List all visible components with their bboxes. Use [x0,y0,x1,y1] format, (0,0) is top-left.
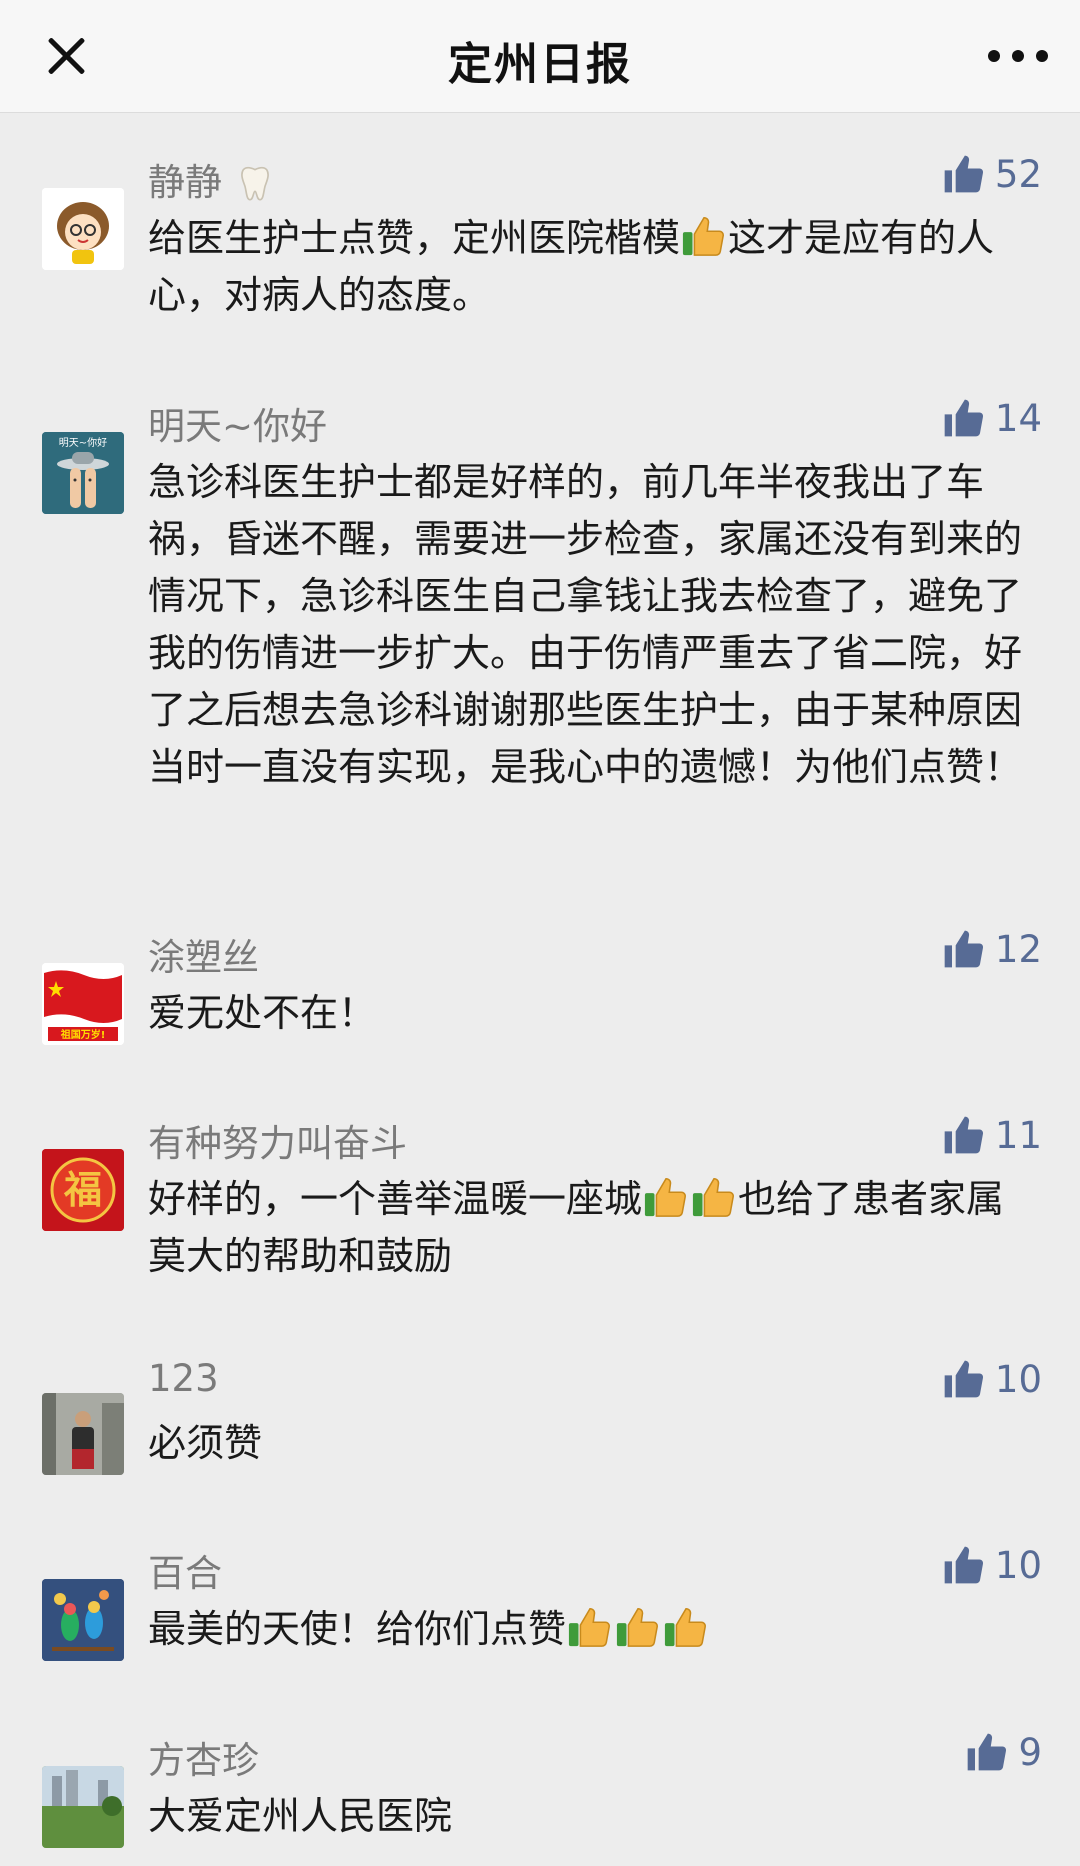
comment-author[interactable]: 百合 [148,1543,222,1597]
comment-text: 急诊科医生护士都是好样的，前几年半夜我出了车祸，昏迷不醒，需要进一步检查，家属还… [148,460,1023,789]
comment-text: 必须赞 [148,1421,263,1465]
comment-text: 大爱定州人民医院 [148,1794,453,1838]
comment-author[interactable]: 方杏珍 [148,1730,259,1784]
thumbs-up-icon [941,927,985,971]
like-button[interactable]: 11 [941,1113,1042,1157]
comment-author[interactable]: 明天~你好 [148,396,327,450]
thumbs-up-icon [941,396,985,440]
thumbs-up-icon [941,152,985,196]
thumbs-up-emoji-icon [615,1604,661,1650]
fu-character-avatar-icon: 福 [42,1149,124,1231]
comment-author[interactable]: 有种努力叫奋斗 [148,1113,407,1167]
avatar[interactable]: 明天~你好 [42,432,124,514]
avatar[interactable] [42,1766,124,1848]
top-bar: 定州日报 [0,0,1080,113]
cartoon-girl-avatar-icon [42,188,124,270]
comment-text: 给医生护士点赞，定州医院楷模 这才是应有的人心，对病人的态度。 [148,210,1028,324]
like-button[interactable]: 10 [941,1543,1042,1587]
comment-text: 爱无处不在！ [148,991,377,1035]
svg-text:明天~你好: 明天~你好 [59,436,107,449]
like-count: 10 [994,1543,1042,1587]
svg-text:福: 福 [63,1167,102,1212]
hat-fingers-avatar-icon: 明天~你好 [42,432,124,514]
parrots-avatar-icon [42,1579,124,1661]
thumbs-up-emoji-icon [681,213,727,259]
avatar[interactable] [42,188,124,270]
comment-author[interactable]: 123 [148,1357,219,1400]
like-button[interactable]: 14 [941,396,1042,440]
tooth-icon [240,166,269,201]
comment-text: 最美的天使！给你们点赞 [148,1601,1028,1658]
thumbs-up-icon [941,1357,985,1401]
flag-avatar-icon: 祖国万岁! [42,963,124,1045]
like-count: 11 [994,1113,1042,1157]
person-photo-avatar-icon [42,1393,124,1475]
thumbs-up-icon [964,1730,1008,1774]
thumbs-up-emoji-icon [643,1174,689,1220]
like-count: 12 [994,927,1042,971]
landscape-avatar-icon [42,1766,124,1848]
thumbs-up-icon [941,1113,985,1157]
thumbs-up-emoji-icon [567,1604,613,1650]
page-title: 定州日报 [448,39,632,90]
comment-author[interactable]: 涂塑丝 [148,927,259,981]
like-count: 14 [994,396,1042,440]
like-count: 52 [994,152,1042,196]
like-count: 9 [1018,1730,1042,1774]
comment-author[interactable]: 静静 [148,152,276,206]
like-button[interactable]: 52 [941,152,1042,196]
avatar[interactable]: 祖国万岁! [42,963,124,1045]
like-button[interactable]: 9 [964,1730,1042,1774]
more-icon[interactable] [988,50,1048,64]
like-button[interactable]: 12 [941,927,1042,971]
svg-text:祖国万岁!: 祖国万岁! [60,1028,106,1041]
like-button[interactable]: 10 [941,1357,1042,1401]
like-count: 10 [994,1357,1042,1401]
comment-text: 好样的，一个善举温暖一座城 也给了患者家属莫大的帮助和鼓励 [148,1171,1028,1285]
avatar[interactable] [42,1579,124,1661]
avatar[interactable]: 福 [42,1149,124,1231]
thumbs-up-icon [941,1543,985,1587]
thumbs-up-emoji-icon [663,1604,709,1650]
avatar[interactable] [42,1393,124,1475]
thumbs-up-emoji-icon [691,1174,737,1220]
